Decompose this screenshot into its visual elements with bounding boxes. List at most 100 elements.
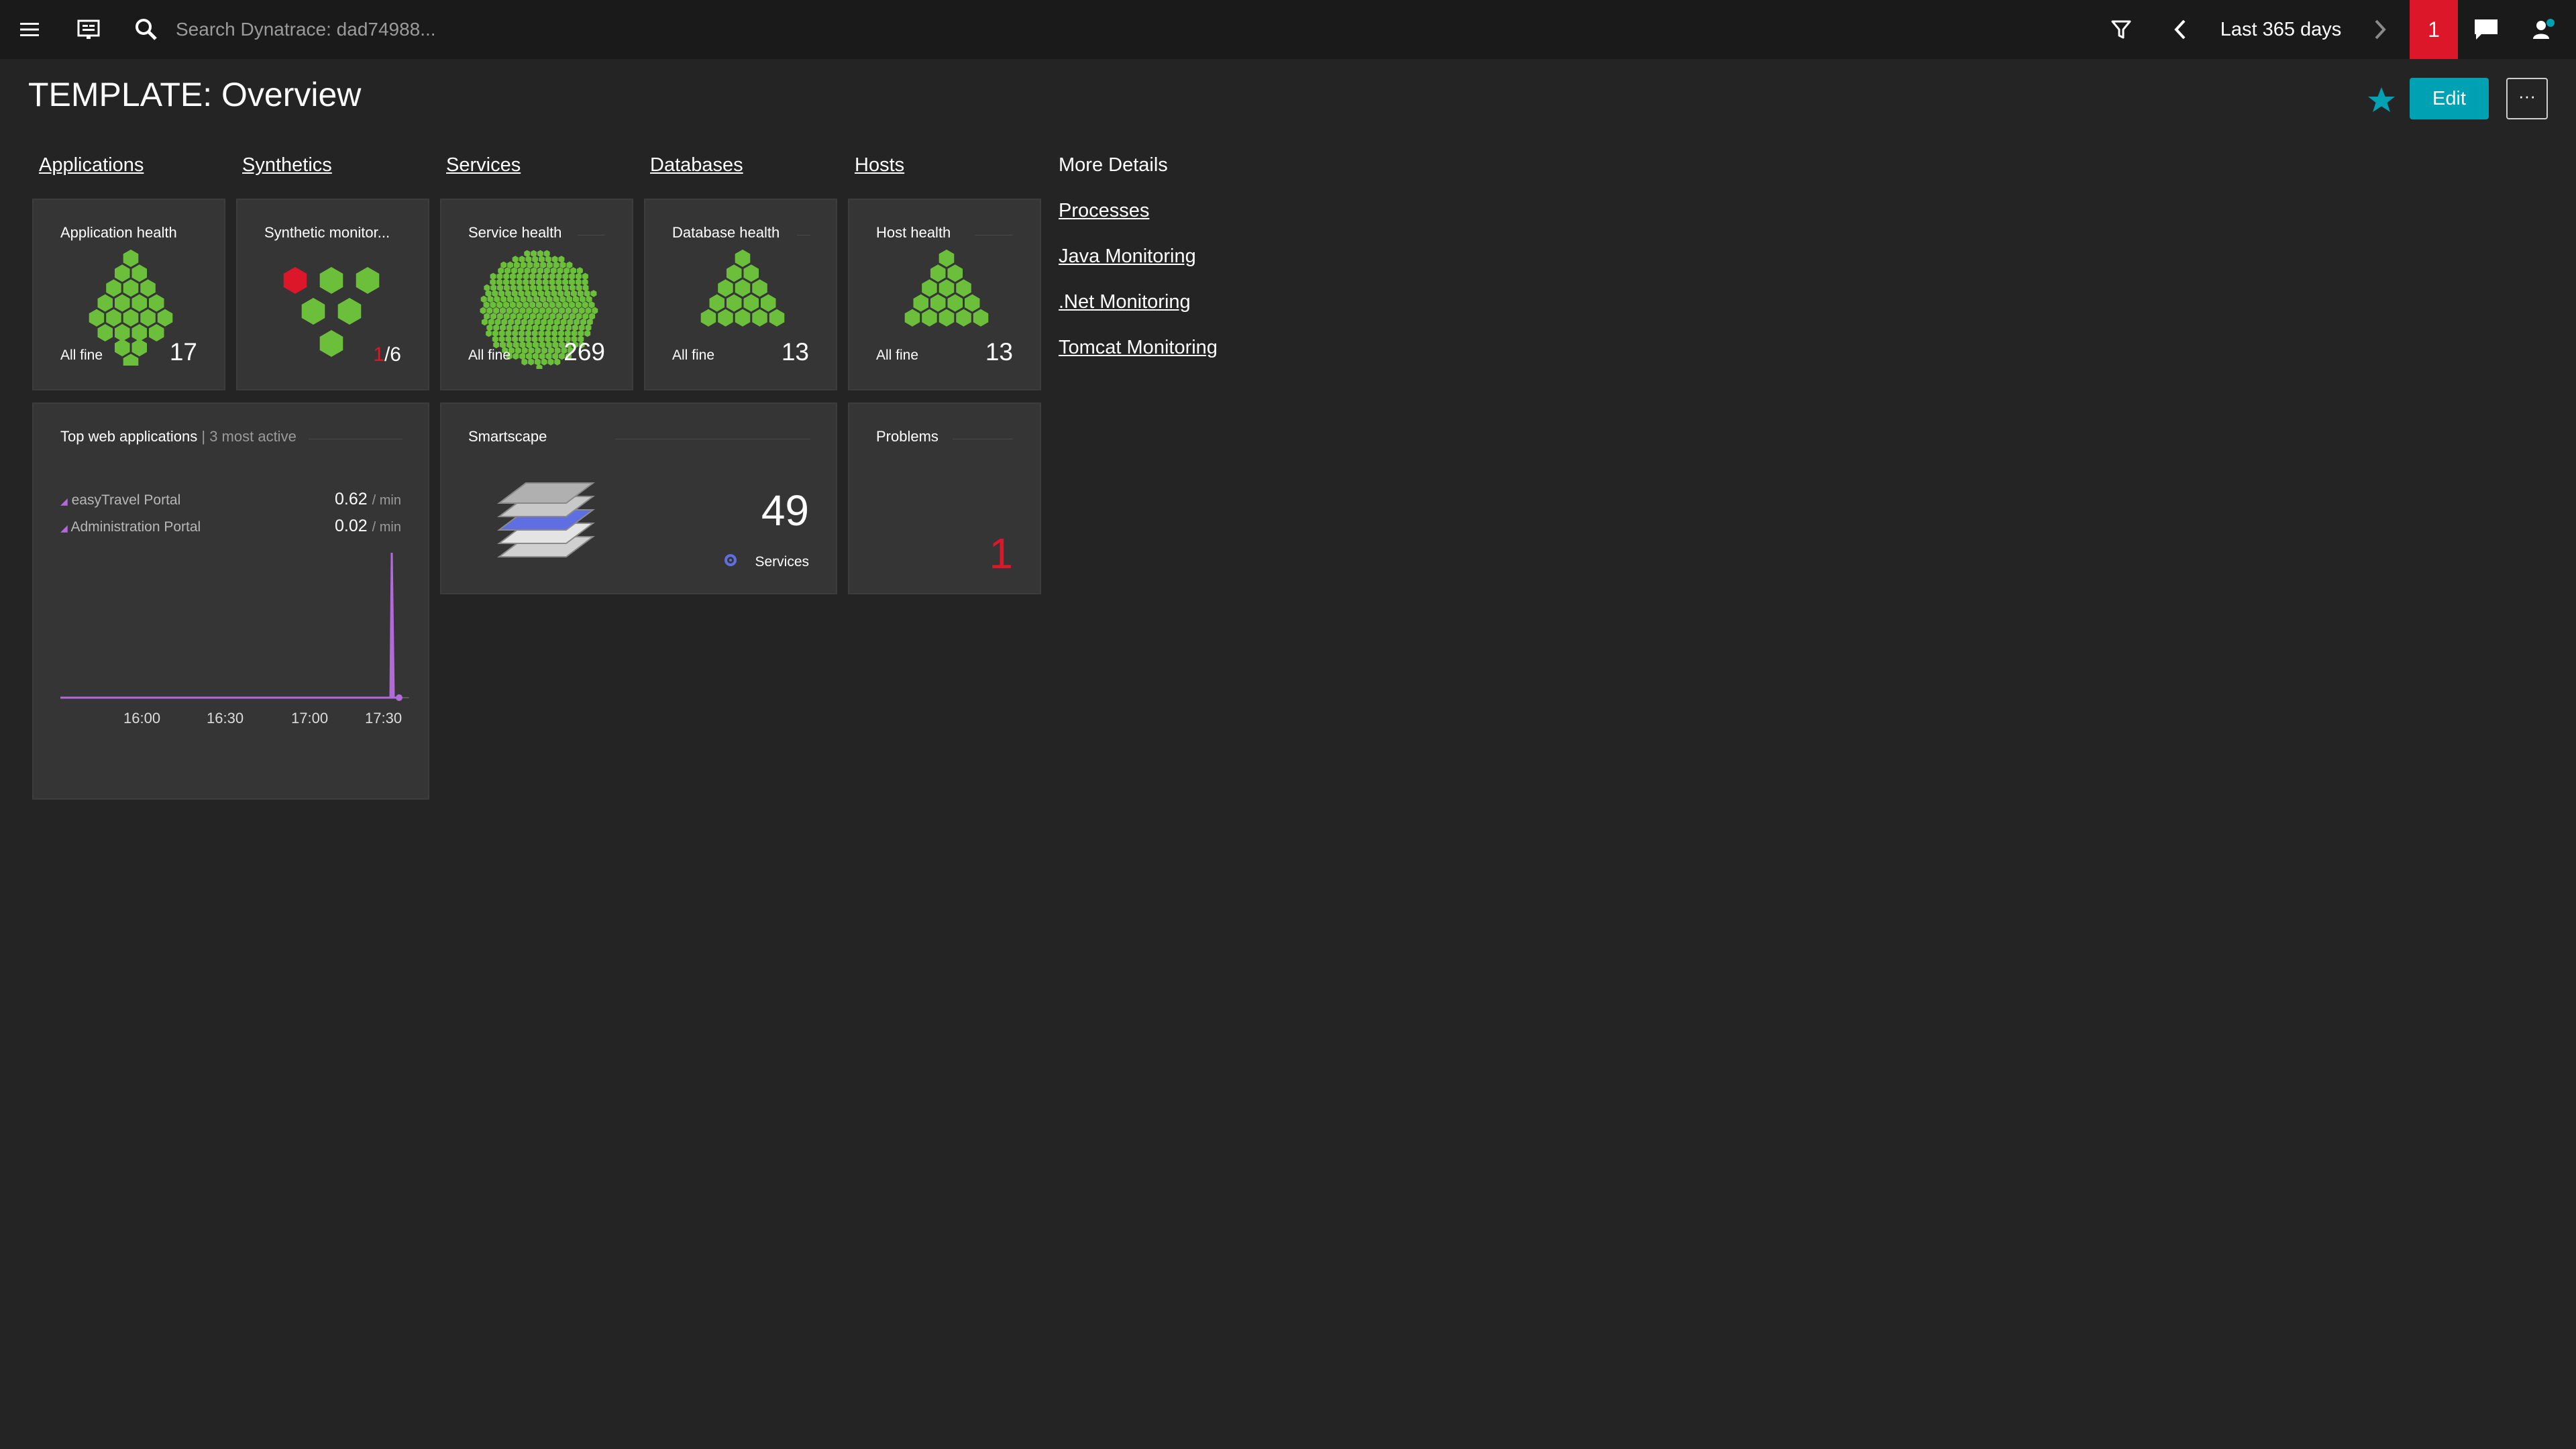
health-hexagon	[493, 324, 500, 331]
synthetic-monitors-tile[interactable]: Synthetic monitor... 1/6	[236, 199, 429, 390]
health-hexagon	[575, 278, 582, 286]
app-row-easytravel[interactable]: ◢ easyTravel Portal	[60, 492, 180, 508]
health-hexagon	[533, 324, 539, 331]
link-net-monitoring[interactable]: .Net Monitoring	[1059, 291, 1191, 313]
health-hexagon	[503, 284, 510, 292]
nav-link-services[interactable]: Services	[446, 154, 521, 176]
health-hexagon	[761, 294, 776, 312]
health-hexagon	[564, 267, 570, 274]
user-icon[interactable]	[2529, 0, 2559, 59]
health-hexagon	[938, 250, 955, 267]
host-health-tile[interactable]: Host health All fine 13	[848, 199, 1041, 390]
series-end-point	[396, 694, 402, 701]
health-hexagon	[575, 301, 582, 309]
health-hexagon	[483, 301, 490, 309]
app-value-administration: 0.02 / min	[335, 517, 401, 535]
health-hexagon	[576, 284, 582, 292]
status-label: All fine	[876, 347, 919, 363]
health-hexagon	[131, 264, 147, 282]
health-hexagon	[956, 279, 971, 297]
health-hexagon	[106, 279, 121, 297]
health-hexagon	[569, 301, 576, 309]
health-hexagon	[566, 261, 573, 269]
health-hexagon	[540, 261, 547, 269]
health-hexagon	[533, 261, 540, 269]
app-row-administration[interactable]: ◢ Administration Portal	[60, 519, 201, 535]
tile-title: Problems	[876, 428, 938, 445]
health-hexagon	[559, 324, 566, 331]
health-hexagon	[735, 279, 751, 297]
health-hexagon	[973, 309, 989, 327]
health-hexagon	[512, 335, 519, 343]
health-hexagon	[718, 309, 733, 327]
health-hexagon	[947, 294, 963, 312]
health-hexagon	[131, 294, 147, 312]
link-java-monitoring[interactable]: Java Monitoring	[1059, 246, 1196, 268]
health-hexagon	[503, 301, 509, 309]
chevron-left-icon[interactable]	[2167, 0, 2194, 59]
health-hexagon	[486, 307, 493, 315]
health-hexagon	[535, 278, 542, 286]
health-hexagon	[922, 279, 937, 297]
x-tick-label: 17:30	[365, 710, 402, 727]
search-input[interactable]: Search Dynatrace: dad74988...	[176, 0, 436, 59]
link-tomcat-monitoring[interactable]: Tomcat Monitoring	[1059, 337, 1218, 359]
health-hexagon	[578, 324, 585, 331]
health-hexagon	[526, 307, 533, 315]
health-hexagon	[505, 335, 512, 343]
database-health-tile[interactable]: Database health All fine 13	[644, 199, 837, 390]
problem-count-badge[interactable]: 1	[2410, 0, 2458, 59]
health-hexagon	[519, 324, 526, 331]
tile-title: Host health	[876, 224, 951, 241]
health-hexagon	[572, 324, 578, 331]
top-web-applications-tile[interactable]: Top web applications | 3 most active ◢ e…	[32, 402, 429, 800]
dashboard-icon[interactable]	[74, 0, 103, 59]
traffic-line-chart	[60, 552, 409, 701]
health-hexagon	[709, 294, 724, 312]
problems-count: 1	[989, 529, 1013, 578]
nav-link-databases[interactable]: Databases	[650, 154, 743, 176]
health-hexagon	[539, 256, 545, 263]
health-hexagon	[549, 284, 556, 292]
filter-icon[interactable]	[2106, 0, 2136, 59]
health-hexagon	[507, 261, 514, 269]
favorite-star-icon[interactable]	[2361, 80, 2402, 121]
health-hexagon	[735, 250, 751, 267]
health-hexagon	[484, 284, 490, 292]
health-hexagon	[542, 278, 549, 286]
health-hexagon	[930, 264, 946, 282]
problems-tile[interactable]: Problems 1	[848, 402, 1041, 594]
services-count: 49	[761, 486, 809, 535]
health-hexagon	[545, 256, 551, 263]
health-hexagon	[532, 256, 539, 263]
application-count: 17	[169, 338, 197, 366]
nav-link-synthetics[interactable]: Synthetics	[242, 154, 332, 176]
top-bar: Search Dynatrace: dad74988... Last 365 d…	[0, 0, 2576, 59]
chevron-right-icon[interactable]	[2367, 0, 2394, 59]
nav-link-applications[interactable]: Applications	[39, 154, 144, 176]
health-hexagon	[531, 267, 537, 274]
menu-icon[interactable]	[15, 0, 44, 59]
health-hexagon	[555, 301, 562, 309]
health-hexagon	[509, 278, 516, 286]
application-health-tile[interactable]: Application health All fine 17	[32, 199, 225, 390]
service-health-tile[interactable]: Service health All fine 269	[440, 199, 633, 390]
health-hexagon	[930, 294, 946, 312]
health-hexagon	[529, 301, 536, 309]
health-hexagon	[551, 256, 558, 263]
search-icon[interactable]	[131, 0, 161, 59]
smartscape-tile[interactable]: Smartscape 49 Services	[440, 402, 837, 594]
more-options-button[interactable]: ···	[2506, 78, 2548, 119]
nav-link-hosts[interactable]: Hosts	[855, 154, 904, 176]
health-hexagon	[500, 261, 507, 269]
timeframe-selector[interactable]: Last 365 days	[2207, 0, 2355, 59]
link-processes[interactable]: Processes	[1059, 200, 1149, 222]
edit-button[interactable]: Edit	[2410, 78, 2489, 119]
chat-icon[interactable]	[2471, 0, 2501, 59]
health-hexagon	[527, 261, 533, 269]
health-hexagon	[356, 267, 380, 294]
health-hexagon	[551, 335, 558, 343]
health-hexagon	[525, 256, 532, 263]
health-hexagon	[539, 324, 545, 331]
tile-title: Smartscape	[468, 428, 547, 445]
